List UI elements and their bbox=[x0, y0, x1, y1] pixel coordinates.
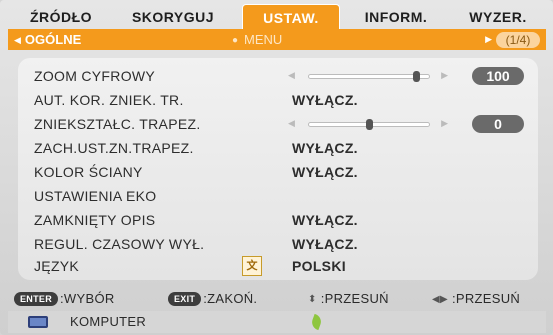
slider-left-arrow-icon[interactable]: ◀ bbox=[288, 70, 295, 81]
setting-label: USTAWIENIA EKO bbox=[34, 188, 157, 204]
projector-menu: ŹRÓDŁO SKORYGUJ USTAW. INFORM. WYZER. ◀ O… bbox=[0, 0, 553, 335]
slider-knob[interactable] bbox=[413, 71, 420, 82]
enter-key-icon: ENTER bbox=[14, 292, 59, 306]
setting-value: WYŁĄCZ. bbox=[292, 164, 358, 180]
triangle-right-icon[interactable]: ▶ bbox=[485, 34, 492, 45]
updown-hint: ⬍:PRZESUŃ bbox=[308, 289, 389, 310]
setting-row-wall-color[interactable]: KOLOR ŚCIANY WYŁĄCZ. bbox=[34, 162, 534, 182]
setting-row-off-timer[interactable]: REGUL. CZASOWY WYŁ. WYŁĄCZ. bbox=[34, 234, 534, 254]
tab-reset[interactable]: WYZER. bbox=[450, 4, 546, 30]
digital-zoom-slider[interactable]: ◀ ▶ bbox=[288, 68, 448, 84]
language-icon: 文 bbox=[242, 256, 262, 276]
submenu-general-label: OGÓLNE bbox=[24, 32, 82, 47]
tab-setup[interactable]: USTAW. bbox=[242, 4, 340, 32]
submenu-menu-label: MENU bbox=[244, 32, 283, 47]
leftright-arrows-icon: ◀▶ bbox=[432, 294, 448, 305]
setting-value: POLSKI bbox=[292, 258, 346, 274]
tab-adjust[interactable]: SKORYGUJ bbox=[128, 4, 218, 30]
settings-panel: ZOOM CYFROWY ◀ ▶ 100 AUT. KOR. ZNIEK. TR… bbox=[18, 58, 538, 280]
setting-row-auto-keystone[interactable]: AUT. KOR. ZNIEK. TR. WYŁĄCZ. bbox=[34, 90, 534, 110]
enter-hint-label: :WYBÓR bbox=[60, 291, 115, 306]
exit-hint: EXIT:ZAKOŃ. bbox=[168, 289, 257, 309]
submenu-general[interactable]: ◀ OGÓLNE bbox=[14, 29, 81, 51]
setting-label: REGUL. CZASOWY WYŁ. bbox=[34, 236, 205, 252]
exit-key-icon: EXIT bbox=[168, 292, 202, 306]
setting-row-eco-settings[interactable]: USTAWIENIA EKO bbox=[34, 186, 534, 206]
submenu-menu[interactable]: ● MENU bbox=[232, 29, 282, 51]
setting-label: ZOOM CYFROWY bbox=[34, 68, 156, 84]
page-indicator-group: ▶ (1/4) bbox=[476, 32, 540, 48]
tab-source[interactable]: ŹRÓDŁO bbox=[20, 4, 102, 30]
setting-value: WYŁĄCZ. bbox=[292, 236, 358, 252]
source-label: KOMPUTER bbox=[70, 314, 147, 329]
setting-row-keystone-save[interactable]: ZACH.UST.ZN.TRAPEZ. WYŁĄCZ. bbox=[34, 138, 534, 158]
setting-value: WYŁĄCZ. bbox=[292, 212, 358, 228]
menu-tabs: ŹRÓDŁO SKORYGUJ USTAW. INFORM. WYZER. bbox=[8, 4, 546, 32]
slider-track bbox=[308, 119, 430, 130]
eco-leaf-icon bbox=[309, 313, 324, 331]
leftright-hint: ◀▶:PRZESUŃ bbox=[432, 289, 520, 310]
updown-arrows-icon: ⬍ bbox=[308, 294, 317, 305]
slider-right-arrow-icon[interactable]: ▶ bbox=[441, 118, 448, 129]
setting-label: ZNIEKSZTAŁC. TRAPEZ. bbox=[34, 116, 201, 132]
setting-value-pill: 0 bbox=[472, 115, 524, 133]
keystone-slider[interactable]: ◀ ▶ bbox=[288, 116, 448, 132]
setting-value-pill: 100 bbox=[472, 67, 524, 85]
slider-knob[interactable] bbox=[366, 119, 373, 130]
footer-key-hints: ENTER:WYBÓR EXIT:ZAKOŃ. ⬍:PRZESUŃ ◀▶:PRZ… bbox=[0, 289, 553, 309]
setting-value: WYŁĄCZ. bbox=[292, 92, 358, 108]
slider-left-arrow-icon[interactable]: ◀ bbox=[288, 118, 295, 129]
submenu-bar: ◀ OGÓLNE ● MENU ▶ (1/4) bbox=[8, 29, 546, 50]
page-indicator-text: 1/4 bbox=[509, 33, 527, 47]
setting-label: AUT. KOR. ZNIEK. TR. bbox=[34, 92, 184, 108]
slider-track bbox=[308, 71, 430, 82]
slider-right-arrow-icon[interactable]: ▶ bbox=[441, 70, 448, 81]
computer-source-icon bbox=[28, 316, 48, 328]
triangle-left-icon: ◀ bbox=[14, 35, 21, 45]
page-indicator: (1/4) bbox=[496, 32, 540, 48]
setting-label: JĘZYK bbox=[34, 258, 80, 274]
setting-row-closed-caption[interactable]: ZAMKNIĘTY OPIS WYŁĄCZ. bbox=[34, 210, 534, 230]
source-status-bar: KOMPUTER bbox=[8, 311, 546, 333]
setting-row-digital-zoom[interactable]: ZOOM CYFROWY ◀ ▶ 100 bbox=[34, 66, 534, 86]
setting-label: ZACH.UST.ZN.TRAPEZ. bbox=[34, 140, 194, 156]
leftright-hint-label: :PRZESUŃ bbox=[451, 291, 521, 306]
setting-label: KOLOR ŚCIANY bbox=[34, 164, 143, 180]
setting-value: WYŁĄCZ. bbox=[292, 140, 358, 156]
updown-hint-label: :PRZESUŃ bbox=[320, 291, 389, 306]
bullet-icon: ● bbox=[232, 35, 239, 46]
setting-label: ZAMKNIĘTY OPIS bbox=[34, 212, 156, 228]
exit-hint-label: :ZAKOŃ. bbox=[203, 291, 258, 306]
enter-hint: ENTER:WYBÓR bbox=[14, 289, 115, 309]
setting-row-keystone[interactable]: ZNIEKSZTAŁC. TRAPEZ. ◀ ▶ 0 bbox=[34, 114, 534, 134]
tab-info[interactable]: INFORM. bbox=[348, 4, 444, 30]
setting-row-language[interactable]: JĘZYK 文 POLSKI bbox=[34, 256, 534, 276]
